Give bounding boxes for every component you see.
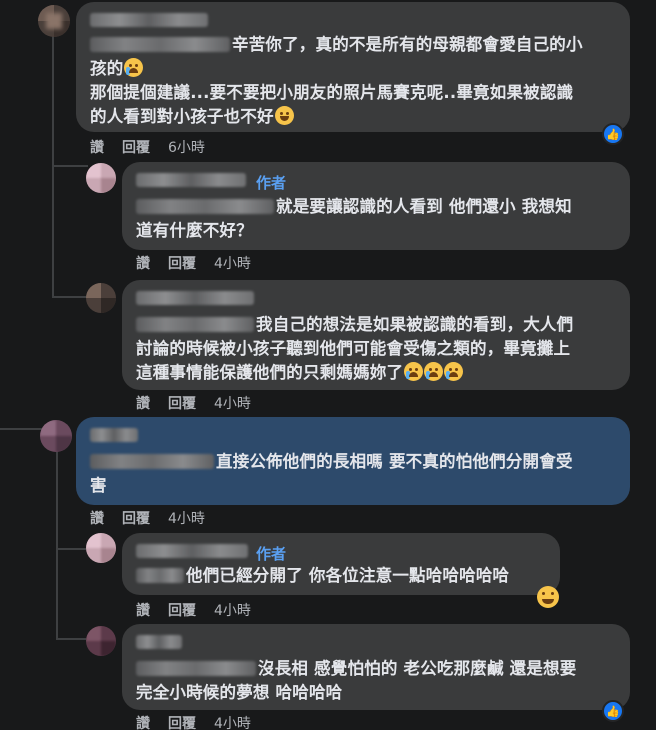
thumbs-up-icon[interactable]: 👍 — [602, 123, 624, 145]
comment-text: 直接公佈他們的長相嗎 要不真的怕他們分開會受 — [216, 452, 573, 471]
redacted-text — [136, 661, 256, 676]
comment-text: 完全小時候的夢想 哈哈哈哈 — [136, 683, 343, 702]
redacted-text — [136, 317, 254, 332]
author-badge: 作者 — [256, 174, 287, 192]
redacted-text — [136, 199, 274, 214]
crying-face-emoji — [124, 58, 144, 77]
comment-bubble: 我自己的想法是如果被認識的看到，大人們 討論的時候被小孩子聽到他們可能會受傷之類… — [122, 280, 630, 390]
comment-text: 道有什麼不好？ — [136, 221, 253, 240]
thread-line-branch — [52, 296, 88, 298]
commenter-name[interactable] — [136, 290, 616, 309]
comment-bubble: 辛苦你了，真的不是所有的母親都會愛自己的小 孩的 那個提個建議...要不要把小朋… — [76, 2, 630, 132]
comment-bubble: 沒長相 感覺怕怕的 老公吃那麼鹹 還是想要 完全小時候的夢想 哈哈哈哈 — [122, 624, 630, 710]
redacted-text — [136, 568, 184, 583]
comment-actions: 讚 回覆 4小時 — [136, 393, 269, 413]
reply-button[interactable]: 回覆 — [122, 140, 150, 156]
comment-actions: 讚 回覆 4小時 — [136, 713, 269, 730]
comment-bubble-highlighted: 直接公佈他們的長相嗎 要不真的怕他們分開會受 害 — [76, 417, 630, 505]
timestamp[interactable]: 4小時 — [168, 511, 205, 527]
like-button[interactable]: 讚 — [90, 511, 104, 527]
comment-bubble: 他們已經分開了 你各位注意一點哈哈哈哈哈 — [122, 533, 560, 595]
commenter-name[interactable] — [136, 172, 616, 191]
comment-text: 孩的 — [90, 59, 124, 78]
comment-actions: 讚 回覆 4小時 — [136, 600, 269, 620]
crying-face-emoji — [424, 362, 444, 381]
comment-text: 我自己的想法是如果被認識的看到，大人們 — [256, 315, 574, 334]
commenter-name[interactable] — [136, 543, 546, 562]
reply-button[interactable]: 回覆 — [168, 603, 196, 619]
comment-text: 那個提個建議...要不要把小朋友的照片馬賽克呢..畢竟如果被認識 — [90, 83, 574, 102]
reply-button[interactable]: 回覆 — [168, 256, 196, 272]
author-badge: 作者 — [256, 545, 287, 563]
comment-actions: 讚 回覆 6小時 — [90, 137, 223, 157]
comment-text: 這種事情能保護他們的只剩媽媽妳了 — [136, 363, 404, 382]
comment-text: 沒長相 感覺怕怕的 老公吃那麼鹹 還是想要 — [258, 659, 577, 678]
comment-actions: 讚 回覆 4小時 — [136, 253, 269, 273]
avatar[interactable] — [86, 163, 116, 193]
thread-line-branch — [56, 548, 86, 550]
comment-text: 討論的時候被小孩子聽到他們可能會受傷之類的，畢竟攤上 — [136, 339, 571, 358]
reply-button[interactable]: 回覆 — [122, 511, 150, 527]
like-button[interactable]: 讚 — [90, 140, 104, 156]
avatar[interactable] — [86, 533, 116, 563]
thread-line — [52, 30, 54, 298]
thread-line-branch — [52, 165, 88, 167]
like-button[interactable]: 讚 — [136, 716, 150, 730]
like-button[interactable]: 讚 — [136, 603, 150, 619]
avatar[interactable] — [86, 283, 116, 313]
timestamp[interactable]: 4小時 — [214, 716, 251, 730]
avatar[interactable] — [86, 626, 116, 656]
comment-bubble: 就是要讓認識的人看到 他們還小 我想知 道有什麼不好？ — [122, 162, 630, 250]
thread-line-branch — [56, 638, 86, 640]
comment-text: 就是要讓認識的人看到 他們還小 我想知 — [276, 197, 572, 216]
timestamp[interactable]: 4小時 — [214, 256, 251, 272]
crying-face-emoji — [444, 362, 464, 381]
comment-text: 他們已經分開了 你各位注意一點哈哈哈哈哈 — [186, 566, 510, 585]
thread-line — [0, 428, 44, 430]
avatar[interactable] — [40, 420, 72, 452]
comment-text: 害 — [90, 476, 107, 495]
thread-line — [56, 450, 58, 640]
reply-button[interactable]: 回覆 — [168, 716, 196, 730]
comment-text: 的人看到對小孩子也不好 — [90, 107, 274, 126]
like-button[interactable]: 讚 — [136, 396, 150, 412]
commenter-name[interactable] — [90, 427, 616, 446]
timestamp[interactable]: 4小時 — [214, 603, 251, 619]
timestamp[interactable]: 6小時 — [168, 140, 205, 156]
comment-actions: 讚 回覆 4小時 — [90, 508, 223, 528]
comment-text: 辛苦你了，真的不是所有的母親都會愛自己的小 — [232, 35, 583, 54]
laughing-face-emoji — [274, 106, 294, 125]
redacted-text — [90, 37, 230, 52]
like-button[interactable]: 讚 — [136, 256, 150, 272]
crying-face-emoji — [404, 362, 424, 381]
commenter-name[interactable] — [90, 12, 616, 31]
timestamp[interactable]: 4小時 — [214, 396, 251, 412]
avatar[interactable] — [38, 5, 70, 37]
redacted-text — [90, 454, 214, 469]
thumbs-up-icon[interactable]: 👍 — [602, 700, 624, 722]
reply-button[interactable]: 回覆 — [168, 396, 196, 412]
laughing-face-emoji — [537, 586, 559, 608]
commenter-name[interactable] — [136, 634, 616, 653]
